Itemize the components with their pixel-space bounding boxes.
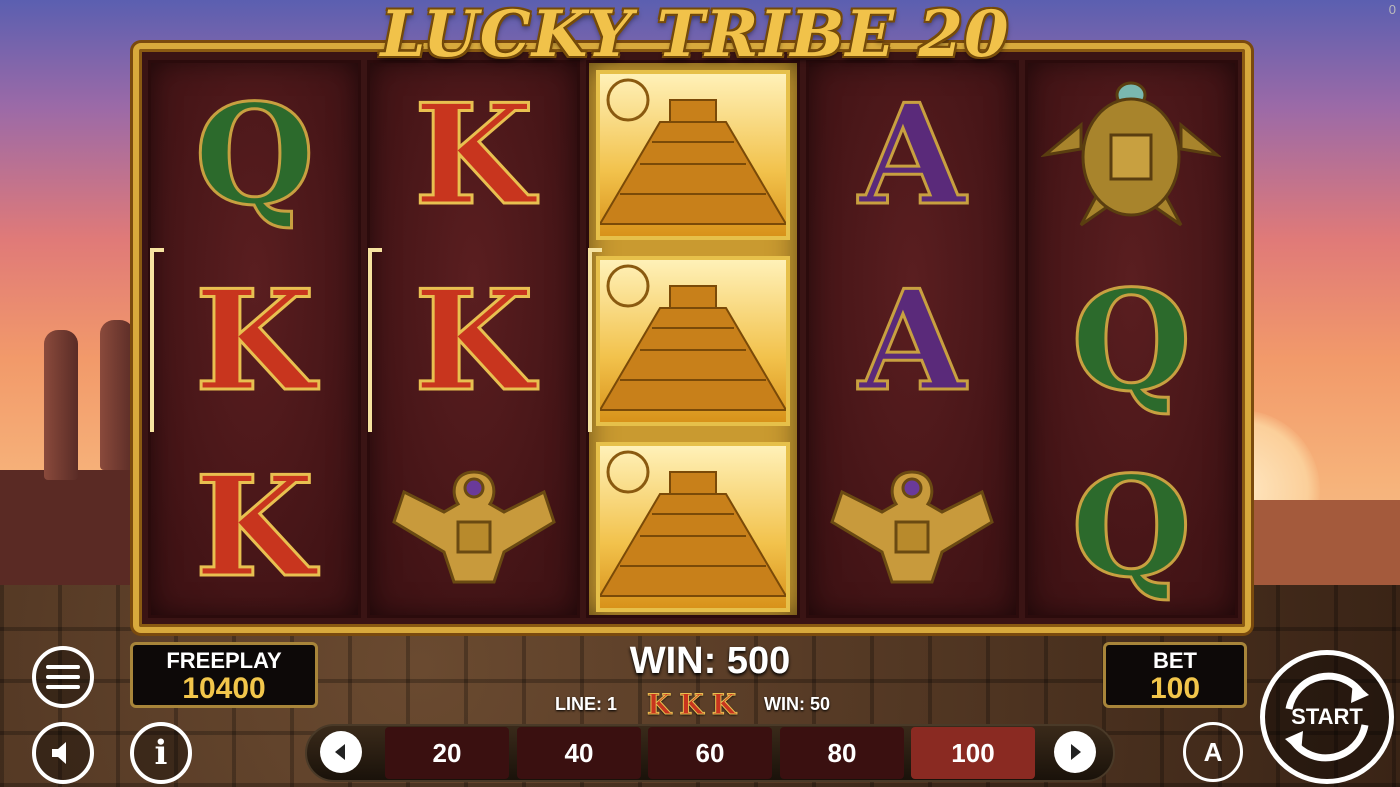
balance-box: FREEPLAY 10400 [130, 642, 318, 708]
start-label: START [1291, 704, 1363, 729]
moai-statue [44, 330, 78, 480]
autoplay-icon: A [1203, 736, 1223, 767]
reel-5: Q Q [1024, 60, 1239, 618]
eagle-totem-icon [830, 470, 995, 584]
bet-option-100[interactable]: 100 [911, 727, 1035, 779]
balance-label: FREEPLAY [166, 648, 282, 673]
symbol [586, 436, 799, 618]
symbol: Q [1025, 250, 1238, 432]
reel-1: Q K K [148, 60, 362, 618]
symbol [367, 436, 580, 618]
reel-4: A A [805, 60, 1019, 618]
bet-value: 100 [1149, 672, 1201, 705]
symbol-k: K [711, 688, 737, 722]
symbol [1025, 64, 1238, 246]
moai-statue [100, 320, 134, 470]
symbol: A [806, 250, 1019, 432]
symbol: K [148, 250, 361, 432]
bet-option-40[interactable]: 40 [517, 727, 641, 779]
bet-next-button[interactable] [1054, 731, 1096, 773]
bet-option-20[interactable]: 20 [385, 727, 509, 779]
symbol-q: Q [1070, 259, 1193, 422]
symbol-q: Q [193, 73, 316, 236]
speaker-icon [52, 742, 66, 764]
total-win: WIN: 500 [629, 640, 791, 682]
symbol: Q [1025, 436, 1238, 618]
reel-3 [586, 60, 800, 618]
arrow-right-icon [1071, 744, 1081, 760]
bet-label: BET [1153, 648, 1197, 673]
start-button[interactable]: START [1260, 650, 1394, 784]
menu-button[interactable] [32, 646, 94, 708]
win-line-marker [368, 248, 382, 432]
right-cliff [1250, 500, 1400, 590]
reels: Q K K K K A A Q Q [148, 60, 1239, 618]
line-number: LINE: 1 [555, 694, 618, 714]
symbol: K [367, 64, 580, 246]
symbol-a: A [857, 259, 967, 422]
eagle-totem-icon [391, 470, 556, 584]
win-line-marker [150, 248, 164, 432]
sound-button[interactable] [32, 722, 94, 784]
bet-box: BET 100 [1103, 642, 1247, 708]
symbol [586, 64, 799, 246]
reel-2: K K [367, 60, 581, 618]
symbol-k: K [412, 259, 535, 422]
hamburger-icon [46, 665, 80, 689]
symbol-k: K [412, 73, 535, 236]
autoplay-button[interactable]: A [1183, 722, 1243, 782]
pyramid-icon [596, 442, 790, 612]
symbol: A [806, 64, 1019, 246]
bet-option-80[interactable]: 80 [780, 727, 904, 779]
arrow-left-icon [335, 744, 345, 760]
symbol [586, 250, 799, 432]
symbol-k: K [193, 259, 316, 422]
info-button[interactable]: i [130, 722, 192, 784]
symbol [806, 436, 1019, 618]
turtle-icon [1041, 81, 1222, 227]
bet-prev-button[interactable] [320, 731, 362, 773]
symbol-q: Q [1070, 445, 1193, 608]
win-line-marker [588, 248, 602, 432]
symbol: K [367, 250, 580, 432]
symbol-k: K [647, 688, 672, 722]
pyramid-icon [596, 70, 790, 240]
line-win-amount: WIN: 50 [764, 694, 831, 714]
symbol-k: K [679, 688, 704, 722]
balance-value: 10400 [182, 672, 266, 705]
symbol: K [148, 436, 361, 618]
symbol-k: K [193, 445, 316, 608]
symbol: Q [148, 64, 361, 246]
symbol-a: A [857, 73, 967, 236]
line-symbols: K K K [643, 688, 740, 722]
info-icon: i [154, 733, 168, 773]
game-title: LUCKY TRIBE 20 [380, 0, 1010, 72]
pyramid-icon [596, 256, 790, 426]
bet-option-60[interactable]: 60 [648, 727, 772, 779]
line-win-info: LINE: 1 K K K WIN: 50 [555, 688, 885, 722]
